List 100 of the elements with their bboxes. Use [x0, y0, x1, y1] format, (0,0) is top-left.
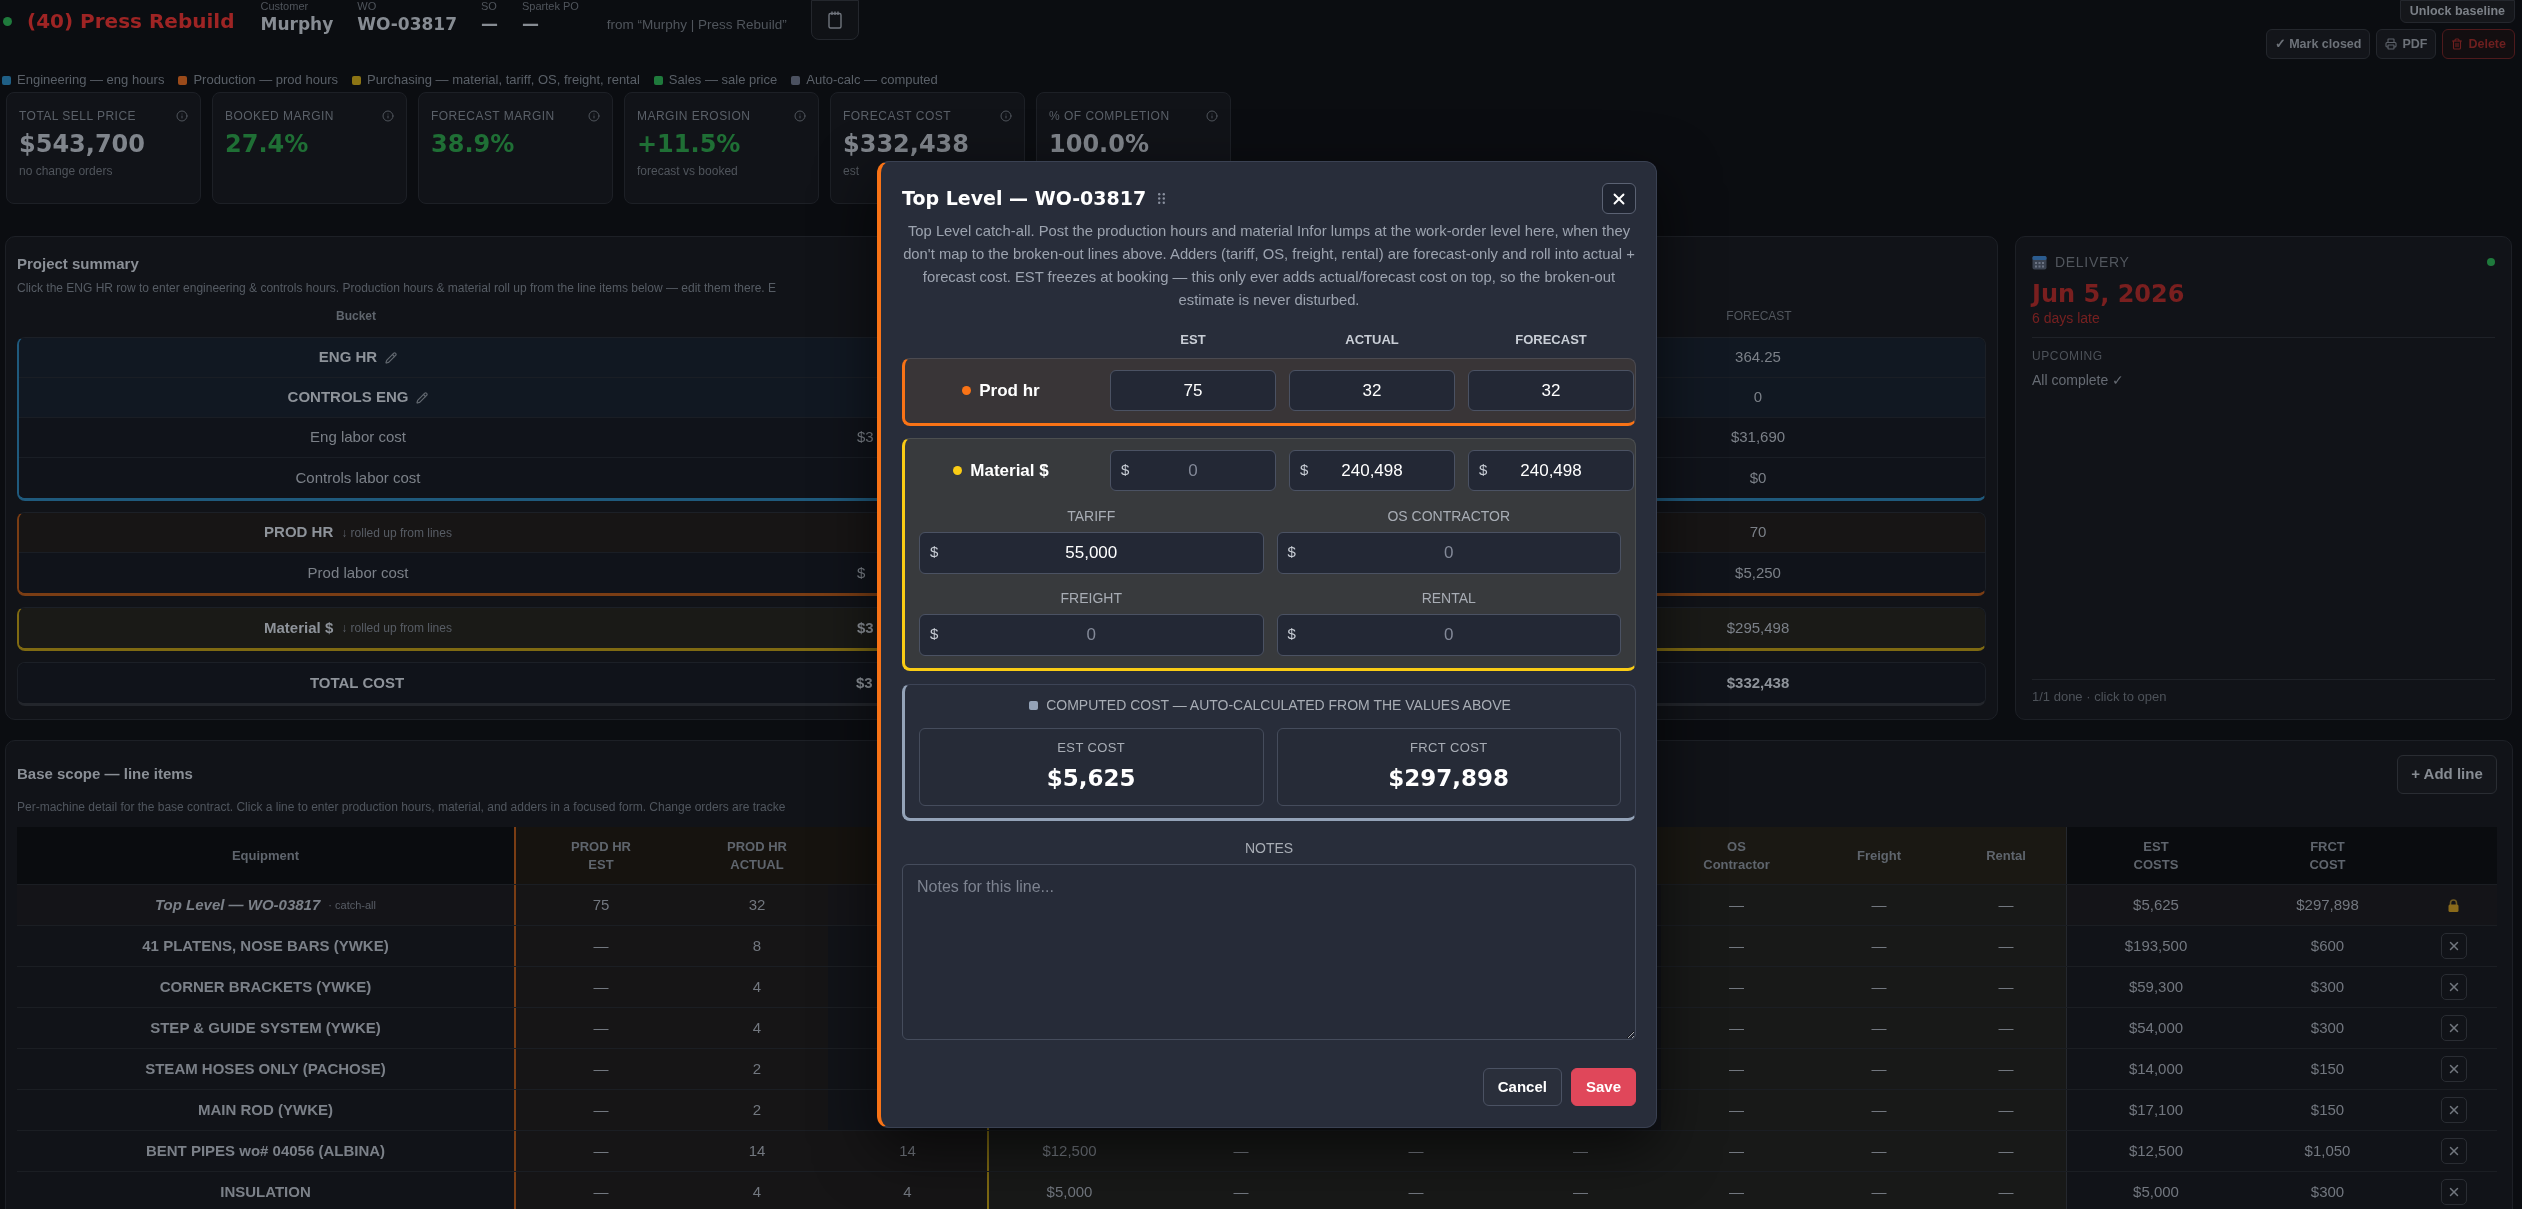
delivery-date: Jun 5, 2026: [2032, 279, 2185, 309]
table-cell: —: [1500, 1172, 1661, 1209]
currency-symbol: $: [930, 543, 939, 561]
legend-label: Sales — sale price: [668, 72, 778, 88]
panel-description: Click the ENG HR row to enter engineering & controls hours. Production hours & material roll up from the line items below — edit them there. E: [17, 281, 776, 295]
legend-label: Purchasing — material, tariff, OS, freight, rental: [366, 72, 640, 88]
equipment-name: STEP & GUIDE SYSTEM (YWKE): [150, 1017, 381, 1038]
kpi-label: TOTAL SELL PRICE: [19, 108, 137, 124]
bucket-label: Eng labor cost: [310, 427, 406, 448]
table-cell-text: $300: [2309, 1181, 2346, 1202]
equipment-name: INSULATION: [220, 1181, 311, 1202]
column-header: PROD HR EST: [571, 837, 631, 874]
table-cell: $5,000: [987, 1172, 1150, 1209]
forecast-value: $0: [1749, 467, 1767, 488]
kpi-note: no change orders: [19, 164, 113, 179]
table-cell: —: [1812, 1131, 1946, 1171]
kpi-value: $543,700: [19, 130, 145, 158]
forecast-value: $31,690: [1730, 427, 1786, 448]
column-header: Bucket: [336, 309, 376, 323]
currency-symbol: $: [930, 625, 939, 643]
bucket-label: Controls labor cost: [295, 467, 421, 488]
column-header: Freight: [1856, 846, 1902, 865]
table-cell: 14: [686, 1131, 828, 1171]
kpi-note: est: [843, 164, 859, 179]
legend-label: Production — prod hours: [193, 72, 338, 88]
column-header: Equipment: [231, 846, 300, 865]
computed-label: EST COST: [1057, 740, 1126, 756]
project-title: (40) Press Rebuild: [27, 8, 235, 35]
equipment-name: STEAM HOSES ONLY (PACHOSE): [145, 1058, 386, 1079]
panel-title: Base scope — line items: [17, 765, 193, 783]
summary-value: $: [857, 562, 866, 583]
table-cell: —: [1661, 1172, 1812, 1209]
table-cell: —: [1812, 1172, 1946, 1209]
kpi-value: 27.4%: [225, 130, 309, 158]
table-cell-text: $300: [2309, 976, 2346, 997]
table-cell: 4: [686, 1008, 828, 1048]
computed-label: FRCT COST: [1409, 740, 1488, 756]
equipment-name: Top Level — WO-03817: [155, 894, 321, 915]
field-value: WO-03817: [357, 13, 457, 36]
kpi-value: +11.5%: [637, 130, 741, 158]
adder-label: TARIFF: [1067, 508, 1116, 524]
adder-label: RENTAL: [1421, 590, 1476, 606]
table-cell: —: [514, 967, 686, 1007]
table-cell-text: $150: [2309, 1058, 2346, 1079]
currency-symbol: $: [1287, 543, 1296, 561]
adder-label: FREIGHT: [1060, 590, 1122, 606]
table-cell: —: [1661, 926, 1812, 966]
section-label: Material $: [970, 459, 1049, 482]
legend-label: Auto-calc — computed: [806, 72, 938, 88]
table-cell: —: [1332, 1172, 1500, 1209]
equipment-name: BENT PIPES wo# 04056 (ALBINA): [145, 1140, 386, 1161]
field-label: WO: [357, 0, 377, 12]
computed-value: $297,898: [1388, 764, 1510, 792]
table-cell-text: $300: [2309, 1017, 2346, 1038]
kpi-label: FORECAST COST: [843, 108, 952, 124]
column-header: PROD HR ACTUAL: [727, 837, 787, 874]
field-value: Murphy: [260, 13, 334, 36]
table-cell: 4: [686, 1172, 828, 1209]
table-cell: —: [1661, 1131, 1812, 1171]
table-cell: —: [514, 1172, 686, 1209]
table-cell: —: [1946, 967, 2066, 1007]
table-cell: —: [1661, 1049, 1812, 1089]
catch-all-note: · catch-all: [328, 897, 376, 913]
upcoming-label: UPCOMING: [2032, 349, 2103, 363]
table-cell: —: [1812, 1008, 1946, 1048]
dialog-description: Top Level catch-all. Post the production hours and material Infor lumps at the work-order level here, when they don't map to the broken-out lines above. Adders (tariff, OS, freight, rental) are forecast-only and roll into actual + forecast cost. EST freezes at booking — this only ever adds actual/forecast cost on top, so the broken-out estimate is never disturbed.: [902, 222, 1636, 310]
column-header: EST: [1180, 332, 1206, 348]
equipment-name: CORNER BRACKETS (YWKE): [159, 976, 372, 997]
table-cell: —: [1661, 967, 1812, 1007]
summary-value: $3: [857, 427, 874, 448]
table-cell: —: [1150, 1131, 1332, 1171]
table-cell-text: $150: [2309, 1099, 2346, 1120]
table-cell: —: [1812, 1049, 1946, 1089]
table-cell: —: [1812, 967, 1946, 1007]
table-cell: $5,000: [2066, 1172, 2245, 1209]
forecast-value: 0: [1753, 387, 1763, 408]
computed-value: $5,625: [1046, 764, 1136, 792]
table-cell: 2: [686, 1090, 828, 1130]
rolled-up-note: ↓ rolled up from lines: [341, 524, 452, 542]
table-cell: 4: [686, 967, 828, 1007]
table-cell: —: [1150, 1172, 1332, 1209]
section-label: Prod hr: [979, 379, 1040, 402]
bucket-label: TOTAL COST: [309, 672, 405, 693]
upcoming-text: All complete ✓: [2032, 371, 2125, 389]
panel-title: Project summary: [17, 255, 139, 273]
bucket-label: Prod labor cost: [307, 562, 409, 583]
panel-description: Per-machine detail for the base contract. Click a line to enter production hours, material, and adders in a focused form. Change orders are tracke: [17, 800, 786, 814]
field-label: Spartek PO: [521, 0, 579, 12]
table-cell: 2: [686, 1049, 828, 1089]
notes-label: NOTES: [1244, 840, 1294, 856]
column-header: FORECAST: [1726, 309, 1792, 323]
table-cell: —: [1661, 1090, 1812, 1130]
table-cell: $12,500: [987, 1131, 1150, 1171]
table-cell: —: [1661, 1008, 1812, 1048]
legend-label: Engineering — eng hours: [17, 72, 165, 88]
kpi-value: $332,438: [843, 130, 969, 158]
rolled-up-note: ↓ rolled up from lines: [341, 620, 452, 637]
kpi-value: 38.9%: [431, 130, 515, 158]
delivery-footer: 1/1 done · click to open: [2032, 689, 2167, 705]
table-cell: —: [514, 1049, 686, 1089]
